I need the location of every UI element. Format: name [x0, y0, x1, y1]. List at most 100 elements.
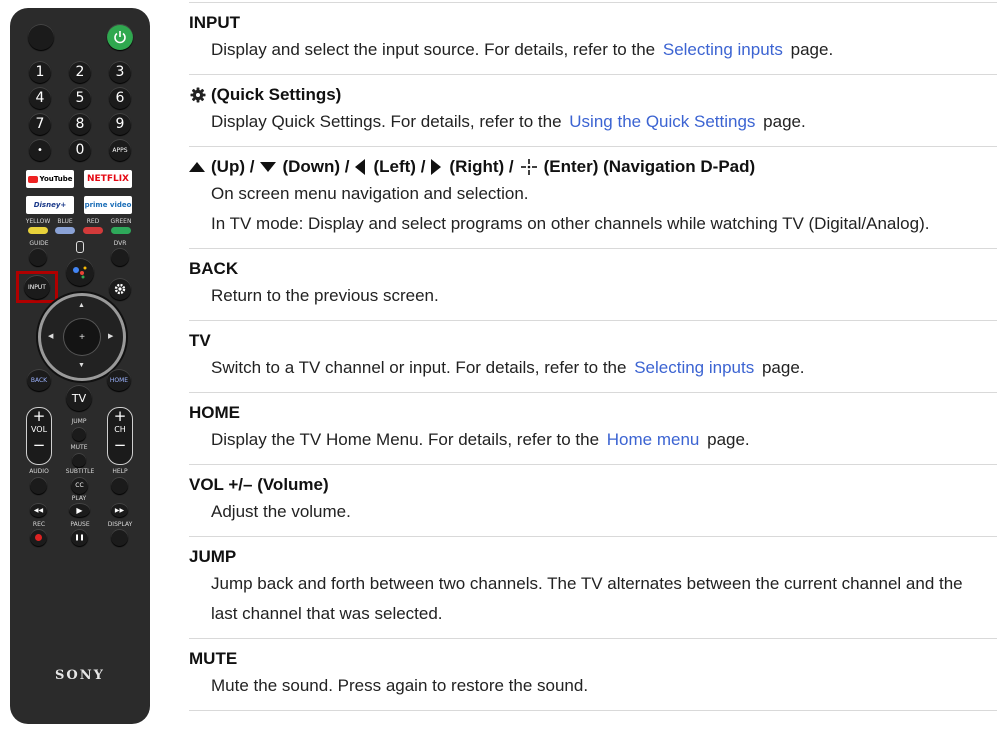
up-label: (Up) / [211, 157, 255, 176]
enter-icon [520, 159, 537, 175]
audio-button [30, 477, 47, 494]
power-button [107, 24, 133, 50]
settings-button [109, 278, 131, 300]
fast-forward-button: ▶▶ [111, 503, 128, 517]
home-button: HOME [107, 369, 131, 391]
dvr-label: DVR [113, 240, 127, 247]
entry-description: Switch to a TV channel or input. For det… [211, 353, 997, 383]
entry-title-text: (Quick Settings) [211, 85, 342, 104]
gear-icon [190, 87, 206, 103]
sony-logo: SONY [55, 668, 105, 683]
rewind-button: ◀◀ [30, 503, 47, 517]
entry-description: Mute the sound. Press again to restore t… [211, 676, 589, 695]
jump-button [72, 427, 86, 441]
entry-tv: TV Switch to a TV channel or input. For … [189, 320, 997, 392]
description-suffix: page. [761, 358, 805, 377]
description-text: Display the TV Home Menu. For details, r… [211, 430, 600, 449]
vol-plus: + [32, 407, 46, 425]
right-label: (Right) / [449, 157, 514, 176]
subtitle-label: SUBTITLE [65, 468, 95, 475]
entry-title: (Quick Settings) [189, 83, 997, 107]
dpad-up-icon: ▲ [78, 302, 85, 309]
google-assistant-button [66, 258, 94, 286]
digit-4-button: 4 [29, 87, 51, 109]
ch-minus: − [113, 436, 127, 454]
description-suffix: page. [763, 112, 806, 131]
record-icon [35, 534, 42, 541]
guide-label: GUIDE [29, 240, 49, 247]
entry-description-line-2: last channel that was selected. [211, 604, 443, 623]
left-arrow-icon [355, 159, 366, 175]
mic-icon [76, 241, 84, 253]
green-label: GREEN [110, 218, 132, 225]
digit-3-button: 3 [109, 61, 131, 83]
pause-label: PAUSE [70, 521, 90, 528]
entry-input: INPUT Display and select the input sourc… [189, 2, 997, 74]
entry-mute: MUTE Mute the sound. Press again to rest… [189, 638, 997, 711]
rec-label: REC [32, 521, 46, 528]
red-key [83, 227, 103, 234]
power-icon [114, 31, 126, 44]
entry-description-line-1: On screen menu navigation and selection. [211, 184, 529, 203]
green-key [111, 227, 131, 234]
down-label: (Down) / [282, 157, 350, 176]
navigation-dpad: + ▲ ▼ ◀ ▶ [38, 293, 126, 381]
down-arrow-icon [260, 162, 277, 172]
description-suffix: page. [790, 40, 834, 59]
mute-label: MUTE [70, 444, 88, 451]
entry-quick-settings: (Quick Settings) Display Quick Settings.… [189, 74, 997, 146]
digit-1-button: 1 [29, 61, 51, 83]
play-label: PLAY [71, 495, 87, 502]
entry-title: (Up) / (Down) / (Left) / (Right) / (Ente… [189, 155, 997, 179]
audio-label: AUDIO [29, 468, 49, 475]
up-arrow-icon [189, 162, 205, 172]
help-button [111, 477, 128, 494]
entry-title: JUMP [189, 547, 237, 566]
jump-label: JUMP [71, 418, 87, 425]
entry-title: BACK [189, 259, 239, 278]
input-button: INPUT [24, 275, 50, 299]
youtube-label: YouTube [39, 175, 73, 183]
entry-description: Adjust the volume. [211, 502, 351, 521]
dpad-center: + [64, 319, 100, 355]
help-label: HELP [112, 468, 128, 475]
pause-button: ❚❚ [71, 529, 88, 546]
entry-title: TV [189, 331, 211, 350]
subtitle-button: CC [71, 477, 88, 494]
enter-label: (Enter) (Navigation D-Pad) [543, 157, 756, 176]
home-menu-link[interactable]: Home menu [607, 430, 700, 449]
fast-forward-icon: ▶▶ [114, 506, 125, 514]
digit-8-button: 8 [69, 113, 91, 135]
display-label: DISPLAY [107, 521, 133, 528]
entry-jump: JUMP Jump back and forth between two cha… [189, 536, 997, 638]
entry-back: BACK Return to the previous screen. [189, 248, 997, 320]
entry-title: INPUT [189, 13, 240, 32]
vol-label: VOL [30, 425, 48, 434]
youtube-button: YouTube [26, 170, 74, 188]
vol-minus: − [32, 436, 46, 454]
ch-label: CH [114, 425, 126, 434]
selecting-inputs-link[interactable]: Selecting inputs [663, 40, 783, 59]
dpad-left-icon: ◀ [48, 333, 54, 340]
digit-9-button: 9 [109, 113, 131, 135]
tv-button: TV [66, 385, 92, 411]
pause-icon: ❚❚ [74, 534, 85, 541]
right-arrow-icon [431, 159, 442, 175]
volume-rocker: + VOL − [26, 407, 52, 465]
gear-icon [114, 283, 126, 295]
description-suffix: page. [707, 430, 750, 449]
guide-button [29, 248, 47, 266]
left-label: (Left) / [373, 157, 426, 176]
using-quick-settings-link[interactable]: Using the Quick Settings [569, 112, 755, 131]
entry-description: Display and select the input source. For… [211, 35, 997, 65]
blue-key [55, 227, 75, 234]
digit-7-button: 7 [29, 113, 51, 135]
dpad-right-icon: ▶ [108, 333, 114, 340]
mic-led-button [28, 24, 54, 50]
description-text: Display Quick Settings. For details, ref… [211, 112, 562, 131]
channel-rocker: + CH − [107, 407, 133, 465]
entry-description-line-1: Jump back and forth between two channels… [211, 574, 963, 593]
youtube-icon [27, 175, 38, 183]
mute-button [72, 453, 86, 467]
selecting-inputs-link[interactable]: Selecting inputs [634, 358, 754, 377]
